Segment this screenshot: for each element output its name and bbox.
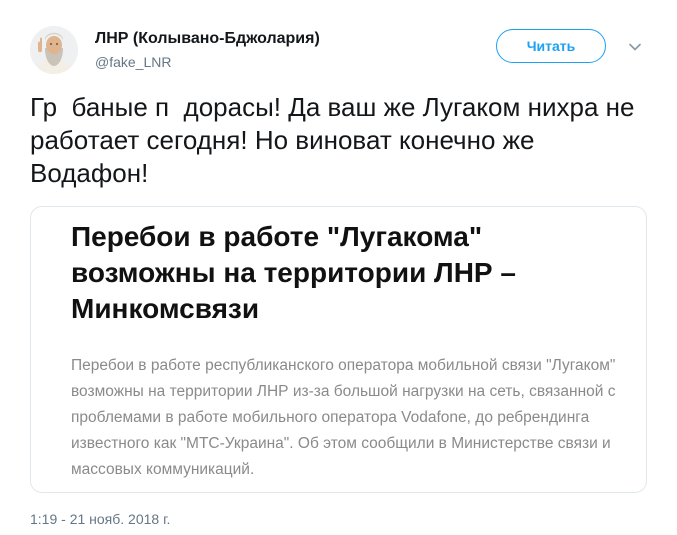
tweet: ЛНР (Колывано-Бджолария) @fake_LNR Читат…	[0, 0, 677, 535]
card-headline: Перебои в работе "Лугакома" возможны на …	[71, 221, 516, 324]
follow-button[interactable]: Читать	[496, 29, 606, 63]
tweet-text: Гр баные п дорасы! Да ваш же Лугаком них…	[30, 92, 642, 188]
chevron-down-icon[interactable]	[628, 40, 642, 54]
avatar[interactable]	[30, 26, 78, 74]
card-description: Перебои в работе республиканского операт…	[71, 357, 616, 478]
link-card[interactable]: Перебои в работе "Лугакома" возможны на …	[30, 206, 647, 493]
tweet-timestamp[interactable]: 1:19 - 21 нояб. 2018 г.	[30, 511, 170, 527]
user-handle[interactable]: @fake_LNR	[95, 54, 171, 70]
bearded-man-avatar-icon	[30, 26, 78, 74]
display-name[interactable]: ЛНР (Колывано-Бджолария)	[95, 30, 320, 48]
